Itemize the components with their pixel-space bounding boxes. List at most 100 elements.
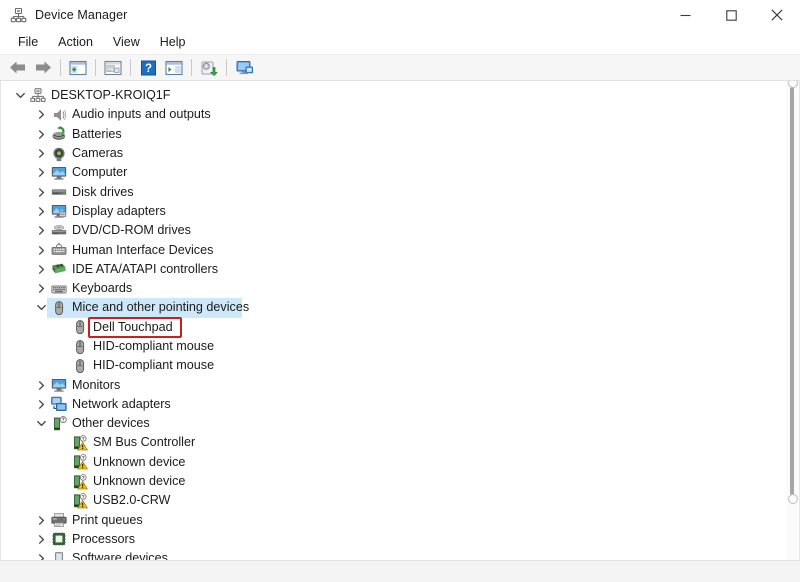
tree-row[interactable]: Network adapters xyxy=(1,395,799,414)
help-icon[interactable]: ? xyxy=(135,56,161,80)
chevron-right-icon[interactable] xyxy=(34,105,49,124)
menu-help[interactable]: Help xyxy=(150,32,196,53)
chevron-right-icon[interactable] xyxy=(34,511,49,530)
svg-text:?: ? xyxy=(81,494,84,500)
chevron-right-icon[interactable] xyxy=(34,530,49,549)
tree-row[interactable]: Human Interface Devices xyxy=(1,240,799,259)
tree-row-label: HID-compliant mouse xyxy=(93,339,215,353)
chevron-right-icon[interactable] xyxy=(34,202,49,221)
tree-row[interactable]: Mice and other pointing devices xyxy=(1,298,799,318)
menu-bar: File Action View Help xyxy=(0,30,800,54)
tree-row-label: IDE ATA/ATAPI controllers xyxy=(72,261,219,276)
tree-row[interactable]: Disk drives xyxy=(1,182,799,201)
scan-hardware-changes-icon[interactable] xyxy=(231,56,257,80)
menu-action[interactable]: Action xyxy=(48,32,103,53)
tree-row[interactable]: Cameras xyxy=(1,144,799,163)
tree-row-label: Processors xyxy=(72,531,135,546)
computer-root-icon xyxy=(28,87,47,104)
tree-row[interactable]: Audio inputs and outputs xyxy=(1,105,799,124)
unknown-device-warning-icon: ? xyxy=(70,492,89,509)
menu-view[interactable]: View xyxy=(103,32,150,53)
tree-row[interactable]: DVD/CD-ROM drives xyxy=(1,221,799,240)
mouse-icon xyxy=(70,319,89,336)
tree-row-label: USB2.0-CRW xyxy=(93,493,171,508)
unknown-device-warning-icon: ? xyxy=(70,473,89,490)
optical-drive-icon xyxy=(49,222,68,239)
device-tree: DESKTOP-KROIQ1F Audio inputs and outputs B… xyxy=(1,86,799,560)
tree-row[interactable]: Batteries xyxy=(1,125,799,144)
toolbar-separator xyxy=(191,59,192,76)
software-device-icon xyxy=(49,550,68,560)
svg-text:?: ? xyxy=(81,475,84,481)
tree-row[interactable]: Computer xyxy=(1,163,799,182)
chevron-down-icon[interactable] xyxy=(34,414,49,433)
tree-row-label: Monitors xyxy=(72,377,121,392)
chevron-right-icon[interactable] xyxy=(34,241,49,260)
chevron-down-icon[interactable] xyxy=(34,298,49,317)
camera-icon xyxy=(49,145,68,162)
minimize-button[interactable] xyxy=(662,0,708,30)
properties-icon[interactable] xyxy=(100,56,126,80)
chevron-right-icon[interactable] xyxy=(34,260,49,279)
chevron-down-icon[interactable] xyxy=(13,86,28,105)
unknown-device-icon: ? xyxy=(49,415,68,432)
tree-row[interactable]: ? Unknown device xyxy=(1,472,799,491)
menu-file[interactable]: File xyxy=(8,32,48,53)
close-button[interactable] xyxy=(754,0,800,30)
chevron-right-icon[interactable] xyxy=(34,279,49,298)
scrollbar-thumb[interactable] xyxy=(788,81,798,504)
toolbar: ? xyxy=(0,54,800,81)
tree-row-label: Display adapters xyxy=(72,203,166,218)
chevron-right-icon[interactable] xyxy=(34,163,49,182)
chevron-right-icon[interactable] xyxy=(34,395,49,414)
tree-row[interactable]: DESKTOP-KROIQ1F xyxy=(1,86,799,105)
mouse-icon xyxy=(49,299,68,316)
chevron-right-icon[interactable] xyxy=(34,549,49,560)
back-arrow-icon[interactable] xyxy=(4,56,30,80)
tree-row[interactable]: ? Unknown device xyxy=(1,453,799,472)
tree-row-label: HID-compliant mouse xyxy=(93,358,215,373)
processor-icon xyxy=(49,531,68,548)
chevron-right-icon[interactable] xyxy=(34,376,49,395)
tree-row[interactable]: Dell Touchpad xyxy=(1,318,799,337)
maximize-button[interactable] xyxy=(708,0,754,30)
update-driver-icon[interactable] xyxy=(196,56,222,80)
tree-row[interactable]: HID-compliant mouse xyxy=(1,356,799,375)
chevron-right-icon[interactable] xyxy=(34,125,49,144)
svg-text:?: ? xyxy=(81,455,84,461)
tree-row[interactable]: IDE ATA/ATAPI controllers xyxy=(1,260,799,279)
tree-row-label: Print queues xyxy=(72,512,143,527)
keyboard-icon xyxy=(49,280,68,297)
tree-row-label: DESKTOP-KROIQ1F xyxy=(51,88,171,103)
tree-row-label: Cameras xyxy=(72,146,124,161)
tree-row[interactable]: Software devices xyxy=(1,549,799,560)
tree-row[interactable]: ? USB2.0-CRW xyxy=(1,491,799,510)
tree-row[interactable]: Display adapters xyxy=(1,202,799,221)
tree-row-label: Audio inputs and outputs xyxy=(72,107,211,122)
forward-arrow-icon[interactable] xyxy=(30,56,56,80)
toolbar-separator xyxy=(95,59,96,76)
tree-row[interactable]: ? SM Bus Controller xyxy=(1,433,799,452)
vertical-scrollbar[interactable] xyxy=(786,81,798,560)
tree-row[interactable]: Monitors xyxy=(1,375,799,394)
show-hide-action-pane-icon[interactable] xyxy=(161,56,187,80)
tree-row[interactable]: Print queues xyxy=(1,511,799,530)
device-tree-pane[interactable]: DESKTOP-KROIQ1F Audio inputs and outputs B… xyxy=(0,81,800,560)
window-title: Device Manager xyxy=(35,8,128,22)
tree-row-label: Mice and other pointing devices xyxy=(72,300,250,315)
tree-row[interactable]: Processors xyxy=(1,530,799,549)
tree-row[interactable]: Keyboards xyxy=(1,279,799,298)
speaker-icon xyxy=(49,106,68,123)
chevron-right-icon[interactable] xyxy=(34,144,49,163)
tree-row[interactable]: HID-compliant mouse xyxy=(1,337,799,356)
monitor-icon xyxy=(49,164,68,181)
show-hide-console-tree-icon[interactable] xyxy=(65,56,91,80)
tree-row[interactable]: ? Other devices xyxy=(1,414,799,433)
chevron-right-icon[interactable] xyxy=(34,221,49,240)
chevron-right-icon[interactable] xyxy=(34,183,49,202)
toolbar-separator xyxy=(226,59,227,76)
